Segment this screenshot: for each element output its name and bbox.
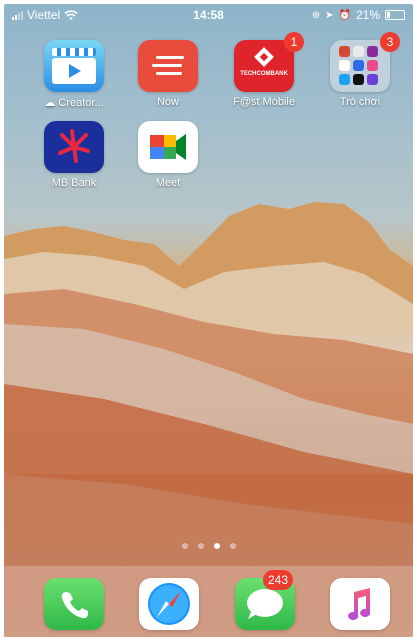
app-label-now: Now xyxy=(156,96,179,108)
app-mb-bank[interactable]: MB Bank xyxy=(32,121,116,189)
techcombank-wordmark: TECHCOMBANK xyxy=(240,71,288,77)
page-indicator[interactable] xyxy=(4,543,413,549)
app-meet[interactable]: Meet xyxy=(126,121,210,189)
home-screen: Viettel 14:58 ⊕ ➤ ⏰ 21% ☁ Creator... Now xyxy=(4,4,413,637)
notification-badge: 3 xyxy=(380,32,400,52)
page-dot xyxy=(181,543,188,549)
meet-camera-icon xyxy=(138,121,198,173)
folder-games[interactable]: 3 Trò chơi xyxy=(318,32,402,108)
phone-icon[interactable] xyxy=(44,578,104,630)
music-note-icon[interactable] xyxy=(330,578,390,630)
app-fast-mobile[interactable]: TECHCOMBANK 1 F@st Mobile xyxy=(222,32,306,108)
mb-bank-icon xyxy=(44,121,104,173)
status-bar: Viettel 14:58 ⊕ ➤ ⏰ 21% xyxy=(4,4,413,26)
app-creator[interactable]: ☁ Creator... xyxy=(32,40,116,109)
app-label-mb-bank: MB Bank xyxy=(51,177,97,189)
alarm-icon: ⏰ xyxy=(338,9,351,21)
app-label-meet: Meet xyxy=(155,177,181,189)
dock: 243 xyxy=(4,566,413,637)
now-lines-icon xyxy=(138,40,198,92)
page-dot-active xyxy=(213,543,220,549)
page-dot xyxy=(229,543,236,549)
page-dot xyxy=(197,543,204,549)
clapper-play-icon xyxy=(44,40,104,92)
battery-percentage: 21% xyxy=(355,8,380,22)
app-now[interactable]: Now xyxy=(126,40,210,108)
battery-icon xyxy=(385,10,405,20)
notification-badge: 243 xyxy=(263,570,294,590)
app-label-games: Trò chơi xyxy=(339,96,381,108)
location-icon: ➤ xyxy=(325,9,334,21)
compass-icon[interactable] xyxy=(139,578,199,630)
app-label-creator: Creator... xyxy=(58,97,104,109)
message-bubble-icon[interactable]: 243 xyxy=(235,570,295,630)
app-label-fast-mobile: F@st Mobile xyxy=(233,96,295,108)
cloud-download-icon: ☁ xyxy=(44,97,56,109)
notification-badge: 1 xyxy=(284,32,304,52)
rotation-lock-icon: ⊕ xyxy=(311,9,321,21)
